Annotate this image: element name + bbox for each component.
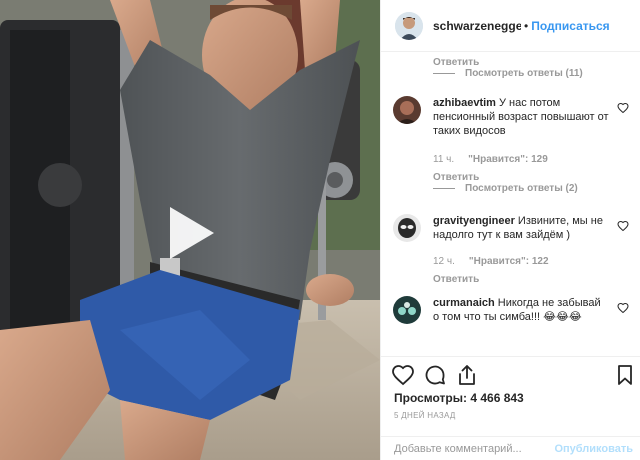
commenter-avatar[interactable] [393,296,421,324]
comment-like-icon[interactable] [617,220,629,232]
heart-icon[interactable] [391,363,415,387]
reply-link[interactable]: Ответить [433,274,479,285]
commenter-avatar[interactable] [393,96,421,124]
comment-meta: 11 ч. "Нравится": 129 [433,154,548,165]
replies-line [433,188,455,189]
header-separator: • [524,18,529,33]
follow-button[interactable]: Подписаться [531,19,609,33]
post-timestamp: 5 ДНЕЙ НАЗАД [394,411,456,420]
comment-body: gravityengineer Извините, мы не надолго т… [433,214,609,242]
post-header: schwarzenegger • Подписаться [381,0,640,52]
view-replies-link[interactable]: Посмотреть ответы (2) [433,183,578,194]
comment-body: azhibaevtim У нас потом пенсионный возрас… [433,96,609,138]
author-avatar-image [395,11,423,40]
commenter-avatar-image [393,214,421,242]
list-item: gravityengineer Извините, мы не надолго т… [393,214,629,286]
comment-icon[interactable] [423,363,447,387]
list-item: azhibaevtim У нас потом пенсионный возрас… [393,96,629,196]
author-username[interactable]: schwarzenegger [433,19,521,33]
comment-like-icon[interactable] [617,102,629,114]
comment-likes[interactable]: "Нравится": 122 [469,256,549,267]
post-side-panel: schwarzenegger • Подписаться Ответить По… [380,0,640,460]
comments-list[interactable]: Ответить Посмотреть ответы (11) azhibaev… [381,52,640,356]
reply-link[interactable]: Ответить [433,57,479,68]
replies-line [433,73,455,74]
list-item: curmanaich Никогда не забывай о том что т… [393,296,629,356]
comment-time: 12 ч. [433,256,455,267]
comment-username[interactable]: curmanaich [433,297,495,309]
author-avatar[interactable] [395,11,423,40]
publish-button[interactable]: Опубликовать [554,443,633,455]
comment-meta: 12 ч. "Нравится": 122 [433,256,549,267]
post-video[interactable] [0,0,380,460]
view-replies-label: Посмотреть ответы (2) [465,183,578,194]
bookmark-icon[interactable] [613,363,637,387]
add-comment-bar: Опубликовать [381,436,640,460]
comment-input[interactable] [394,438,555,459]
view-replies-link[interactable]: Посмотреть ответы (11) [433,68,583,79]
play-button[interactable] [160,203,220,263]
views-count[interactable]: Просмотры: 4 466 843 [394,391,524,405]
commenter-avatar-image [393,296,421,324]
view-replies-label: Посмотреть ответы (11) [465,68,583,79]
comment-like-icon[interactable] [617,302,629,314]
share-icon[interactable] [455,363,479,387]
comment-body: curmanaich Никогда не забывай о том что т… [433,296,609,324]
comment-likes[interactable]: "Нравится": 129 [468,154,548,165]
comment-username[interactable]: azhibaevtim [433,97,496,109]
comment-time: 11 ч. [433,154,455,165]
commenter-avatar[interactable] [393,214,421,242]
commenter-avatar-image [393,96,421,124]
reply-link[interactable]: Ответить [433,172,479,183]
play-icon [170,207,214,259]
comment-username[interactable]: gravityengineer [433,215,515,227]
